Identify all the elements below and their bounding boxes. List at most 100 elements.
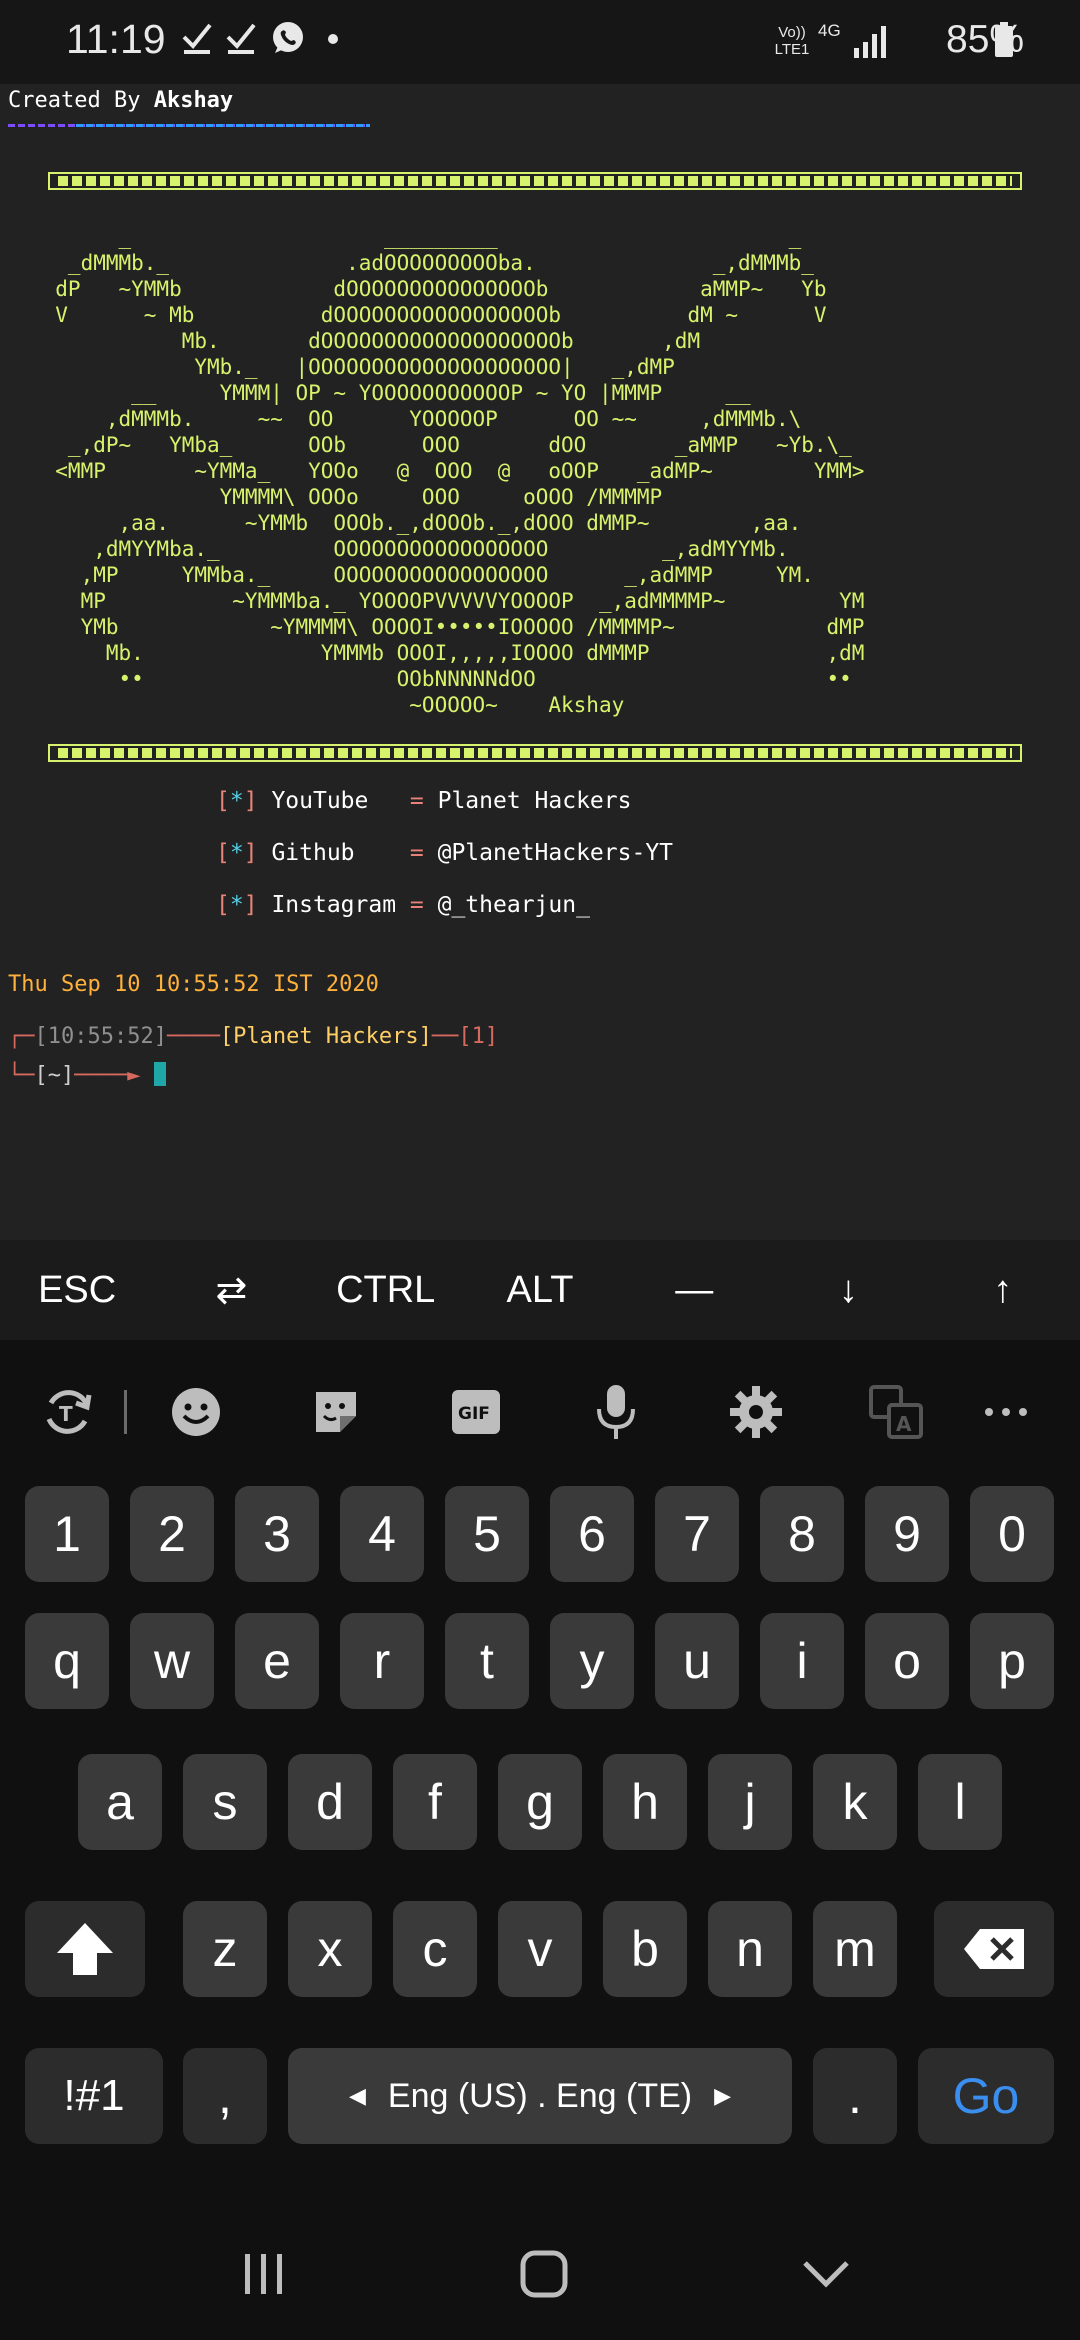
key-c[interactable]: c (393, 1901, 477, 1997)
status-time: 11:19 (66, 16, 166, 62)
key-e[interactable]: e (235, 1613, 319, 1709)
key-h[interactable]: h (603, 1754, 687, 1850)
comma-key[interactable]: , (183, 2048, 267, 2144)
whatsapp-icon (273, 22, 303, 53)
backspace-icon (964, 1929, 1024, 1969)
key-5[interactable]: 5 (445, 1486, 529, 1582)
banner-border-bottom (48, 744, 1022, 762)
volte-indicator: Vo)) LTE1 (774, 24, 810, 58)
recents-icon[interactable] (224, 2244, 304, 2304)
battery-icon (995, 22, 1013, 57)
check-icon (226, 23, 256, 54)
key-k[interactable]: k (813, 1754, 897, 1850)
keyboard-toolbar: T GIF A (0, 1340, 1080, 1480)
shift-arrow-icon (57, 1923, 113, 1975)
key-l[interactable]: l (918, 1754, 1002, 1850)
status-bar: 11:19 Vo)) LTE1 4G 85% (0, 0, 1080, 84)
ascii-art-banner: _ _________ _ _dMMMb._ .adOOOOOOOOOba. _… (55, 225, 865, 717)
esc-key[interactable]: ESC (0, 1240, 154, 1340)
info-value: @_thearjun_ (437, 892, 590, 918)
key-v[interactable]: v (498, 1901, 582, 1997)
emoji-icon[interactable] (166, 1382, 226, 1442)
up-arrow-key[interactable]: ↑ (926, 1240, 1080, 1340)
prompt-time: [10:55:52] (34, 1024, 167, 1049)
more-icon[interactable] (976, 1382, 1036, 1442)
key-q[interactable]: q (25, 1613, 109, 1709)
key-a[interactable]: a (78, 1754, 162, 1850)
svg-text:T: T (59, 1402, 73, 1426)
key-x[interactable]: x (288, 1901, 372, 1997)
divider-blue (76, 124, 370, 127)
mic-icon[interactable] (586, 1382, 646, 1442)
ctrl-key[interactable]: CTRL (309, 1240, 463, 1340)
space-key[interactable]: ◀ Eng (US) . Eng (TE) ▶ (288, 2048, 792, 2144)
space-language-label: Eng (US) . Eng (TE) (387, 2076, 693, 2115)
dot-icon (328, 34, 338, 44)
prompt-line: ┌─[10:55:52]────[Planet Hackers]──[1] (8, 1024, 499, 1049)
symbols-key[interactable]: !#1 (25, 2048, 163, 2144)
terminal-cursor[interactable] (153, 1062, 166, 1086)
signal-icon (854, 26, 886, 58)
key-j[interactable]: j (708, 1754, 792, 1850)
key-3[interactable]: 3 (235, 1486, 319, 1582)
key-7[interactable]: 7 (655, 1486, 739, 1582)
prompt-number: [1] (458, 1024, 499, 1049)
info-value: @PlanetHackers-YT (437, 840, 674, 866)
toolbar-separator (124, 1390, 127, 1434)
key-9[interactable]: 9 (865, 1486, 949, 1582)
info-line-instagram: [*] Instagram = @_thearjun_ (216, 892, 590, 918)
alt-key[interactable]: ALT (463, 1240, 617, 1340)
key-u[interactable]: u (655, 1613, 739, 1709)
key-i[interactable]: i (760, 1613, 844, 1709)
down-arrow-key[interactable]: ↓ (771, 1240, 925, 1340)
key-z[interactable]: z (183, 1901, 267, 1997)
svg-text:A: A (896, 1412, 912, 1436)
go-key[interactable]: Go (918, 2048, 1054, 2144)
translate-icon[interactable]: A (866, 1382, 926, 1442)
created-by-line: Created By Akshay (8, 88, 233, 113)
soft-keyboard: T GIF A 1 2 3 4 5 6 7 8 9 0 q w e r t y … (0, 1340, 1080, 2200)
info-marker: [*] (216, 892, 258, 918)
dash-key[interactable]: — (617, 1240, 771, 1340)
back-icon[interactable] (786, 2244, 866, 2304)
info-line-github: [*] Github = @PlanetHackers-YT (216, 840, 673, 866)
key-2[interactable]: 2 (130, 1486, 214, 1582)
key-d[interactable]: d (288, 1754, 372, 1850)
key-8[interactable]: 8 (760, 1486, 844, 1582)
info-label: YouTube (271, 788, 397, 814)
info-marker: [*] (216, 840, 258, 866)
key-0[interactable]: 0 (970, 1486, 1054, 1582)
network-type: 4G (818, 21, 841, 40)
key-6[interactable]: 6 (550, 1486, 634, 1582)
key-m[interactable]: m (813, 1901, 897, 1997)
key-y[interactable]: y (550, 1613, 634, 1709)
info-separator: = (396, 788, 438, 814)
sticker-icon[interactable] (306, 1382, 366, 1442)
key-1[interactable]: 1 (25, 1486, 109, 1582)
info-label: Github (271, 840, 397, 866)
settings-icon[interactable] (726, 1382, 786, 1442)
key-s[interactable]: s (183, 1754, 267, 1850)
key-g[interactable]: g (498, 1754, 582, 1850)
key-n[interactable]: n (708, 1901, 792, 1997)
backspace-key[interactable] (934, 1901, 1054, 1997)
home-icon[interactable] (504, 2244, 584, 2304)
rotate-icon[interactable]: T (38, 1382, 98, 1442)
period-key[interactable]: . (813, 2048, 897, 2144)
input-line[interactable]: └─[~]────► (8, 1062, 166, 1088)
info-marker: [*] (216, 788, 258, 814)
key-f[interactable]: f (393, 1754, 477, 1850)
key-4[interactable]: 4 (340, 1486, 424, 1582)
key-p[interactable]: p (970, 1613, 1054, 1709)
gif-icon[interactable]: GIF (446, 1382, 506, 1442)
language-right-icon: ▶ (714, 2083, 732, 2108)
key-w[interactable]: w (130, 1613, 214, 1709)
shift-key[interactable] (25, 1901, 145, 1997)
key-t[interactable]: t (445, 1613, 529, 1709)
tab-key[interactable]: ⇄ (154, 1240, 308, 1340)
terminal-view[interactable]: Created By Akshay _ _________ _ _dMMMb._… (0, 84, 1080, 1240)
language-left-icon: ◀ (348, 2083, 366, 2108)
key-o[interactable]: o (865, 1613, 949, 1709)
key-b[interactable]: b (603, 1901, 687, 1997)
key-r[interactable]: r (340, 1613, 424, 1709)
